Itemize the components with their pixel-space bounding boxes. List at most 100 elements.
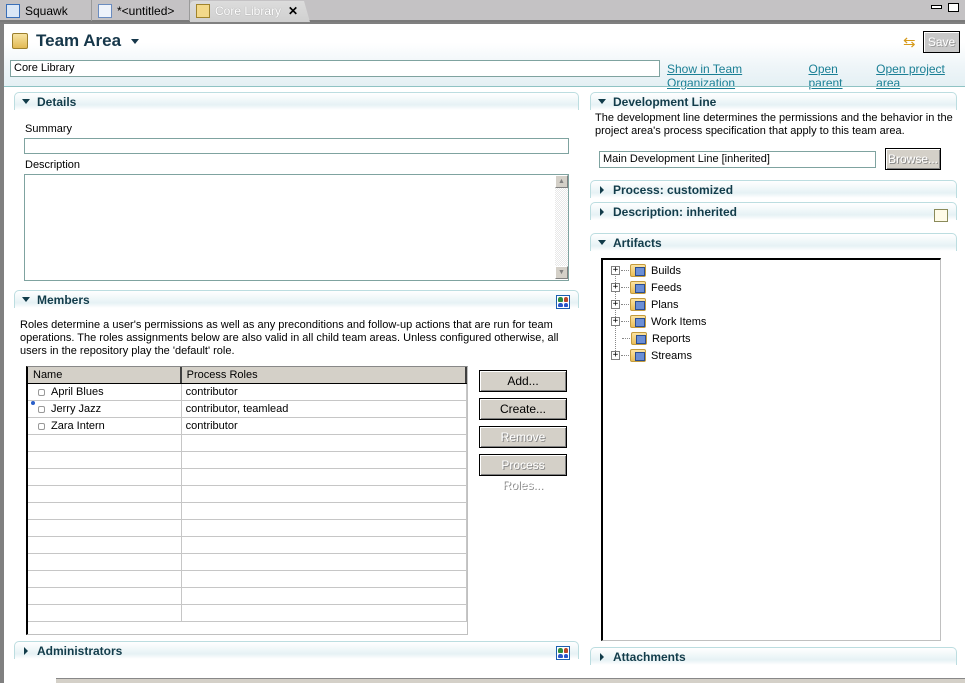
maximize-icon[interactable] — [948, 3, 959, 12]
tree-node-label: Builds — [651, 264, 681, 277]
tree-node-label: Work Items — [651, 315, 707, 328]
editor-bottom-tabs — [56, 678, 965, 683]
details-section-header[interactable]: Details — [14, 92, 579, 110]
refresh-icon[interactable]: ⇆ — [903, 35, 919, 51]
streams-folder-icon — [630, 349, 646, 362]
members-section-header[interactable]: Members — [14, 290, 579, 309]
empty-row — [28, 554, 467, 571]
member-name: Jerry Jazz — [51, 403, 102, 415]
team-members-icon[interactable] — [556, 646, 570, 660]
team-area-icon — [12, 33, 28, 49]
tree-node-plans[interactable]: + Plans — [611, 296, 679, 313]
tree-node-feeds[interactable]: + Feeds — [611, 279, 682, 296]
work-item-edit-icon — [98, 3, 112, 18]
minimize-icon[interactable] — [931, 5, 942, 9]
tree-node-work-items[interactable]: + Work Items — [611, 313, 706, 330]
page-title[interactable]: Team Area — [36, 31, 140, 51]
empty-row — [28, 588, 467, 605]
column-header-process-roles[interactable]: Process Roles — [182, 367, 467, 383]
section-title: Process: customized — [613, 182, 734, 197]
tab-label: Squawk — [25, 3, 68, 18]
collapse-icon[interactable] — [598, 99, 606, 104]
artifacts-section-header[interactable]: Artifacts — [590, 233, 957, 251]
page-title-text: Team Area — [36, 31, 122, 50]
description-textarea[interactable] — [24, 174, 569, 281]
section-title: Development Line — [613, 94, 717, 109]
browse-button[interactable]: Browse... — [885, 148, 941, 170]
editor-header: Team Area ⇆ Save Core Library Show in Te… — [4, 24, 965, 90]
close-icon[interactable]: ✕ — [288, 4, 298, 18]
expand-plus-icon[interactable]: + — [611, 300, 620, 309]
team-members-icon[interactable] — [556, 295, 570, 309]
summary-input[interactable] — [24, 138, 569, 154]
tree-node-streams[interactable]: + Streams — [611, 347, 692, 364]
member-roles: contributor, teamlead — [182, 401, 467, 417]
tab-squawk[interactable]: Squawk — [0, 0, 92, 21]
create-member-button[interactable]: Create... — [479, 398, 567, 420]
column-header-name[interactable]: Name — [28, 367, 182, 383]
collapse-icon[interactable] — [22, 99, 30, 104]
member-icon — [38, 388, 45, 396]
scroll-up-icon[interactable]: ▲ — [555, 175, 568, 188]
development-line-section: Development Line — [590, 92, 957, 110]
team-area-editor: Team Area ⇆ Save Core Library Show in Te… — [4, 24, 965, 683]
development-line-section-header[interactable]: Development Line — [590, 92, 957, 110]
description-scrollbar[interactable]: ▲ ▼ — [555, 175, 568, 279]
section-title: Artifacts — [613, 235, 662, 250]
section-title: Administrators — [37, 643, 123, 658]
chevron-down-icon[interactable] — [131, 38, 140, 44]
collapse-icon[interactable] — [598, 240, 606, 245]
attachments-section: Attachments — [590, 647, 957, 665]
development-line-input[interactable]: Main Development Line [inherited] — [599, 151, 876, 168]
tree-node-reports[interactable]: Reports — [622, 330, 691, 347]
add-member-button[interactable]: Add... — [479, 370, 567, 392]
expand-icon[interactable] — [24, 646, 28, 655]
table-row[interactable]: April Blues contributor — [28, 384, 467, 401]
process-section-header[interactable]: Process: customized — [590, 180, 957, 198]
expand-plus-icon[interactable]: + — [611, 266, 620, 275]
process-section: Process: customized — [590, 180, 957, 198]
process-roles-button[interactable]: Process Roles... — [479, 454, 567, 492]
member-name: Zara Intern — [51, 420, 105, 432]
attachments-section-header[interactable]: Attachments — [590, 647, 957, 665]
empty-row — [28, 605, 467, 622]
scroll-down-icon[interactable]: ▼ — [555, 266, 568, 279]
editor-tab-bar: Squawk *<untitled> Core Library ✕ — [0, 0, 965, 22]
section-title: Details — [37, 94, 77, 109]
artifacts-tree[interactable]: + Builds + Feeds + Plans + Work Items Re… — [601, 258, 941, 641]
tree-node-label: Streams — [651, 349, 692, 362]
tree-node-label: Reports — [652, 332, 691, 345]
empty-row — [28, 537, 467, 554]
administrators-section-header[interactable]: Administrators — [14, 641, 579, 660]
expand-plus-icon[interactable]: + — [611, 317, 620, 326]
administrators-section: Administrators — [14, 641, 579, 660]
members-section: Members — [14, 290, 579, 309]
remove-member-button[interactable]: Remove — [479, 426, 567, 448]
expand-plus-icon[interactable]: + — [611, 351, 620, 360]
table-row[interactable]: Zara Intern contributor — [28, 418, 467, 435]
section-title: Members — [37, 292, 90, 307]
table-row[interactable]: Jerry Jazz contributor, teamlead — [28, 400, 467, 418]
member-name: April Blues — [51, 386, 104, 398]
tab-core-library[interactable]: Core Library ✕ — [190, 0, 305, 21]
tab-untitled[interactable]: *<untitled> — [92, 0, 190, 21]
members-table[interactable]: Name Process Roles April Blues contribut… — [26, 366, 468, 635]
expand-plus-icon[interactable]: + — [611, 283, 620, 292]
tree-node-builds[interactable]: + Builds — [611, 262, 681, 279]
collapse-icon[interactable] — [22, 297, 30, 302]
description-inherited-section-header[interactable]: Description: inherited — [590, 202, 957, 222]
expand-icon[interactable] — [600, 185, 604, 194]
tree-node-label: Feeds — [651, 281, 682, 294]
team-area-name-input[interactable]: Core Library — [10, 60, 660, 77]
empty-row — [28, 520, 467, 537]
save-button[interactable]: Save — [923, 31, 960, 53]
empty-row — [28, 486, 467, 503]
empty-row — [28, 503, 467, 520]
details-section: Details — [14, 92, 579, 110]
empty-row — [28, 435, 467, 452]
edit-icon[interactable] — [934, 209, 948, 222]
expand-icon[interactable] — [600, 207, 604, 216]
expand-icon[interactable] — [600, 652, 604, 661]
description-inherited-section: Description: inherited — [590, 202, 957, 222]
section-title: Attachments — [613, 649, 686, 664]
